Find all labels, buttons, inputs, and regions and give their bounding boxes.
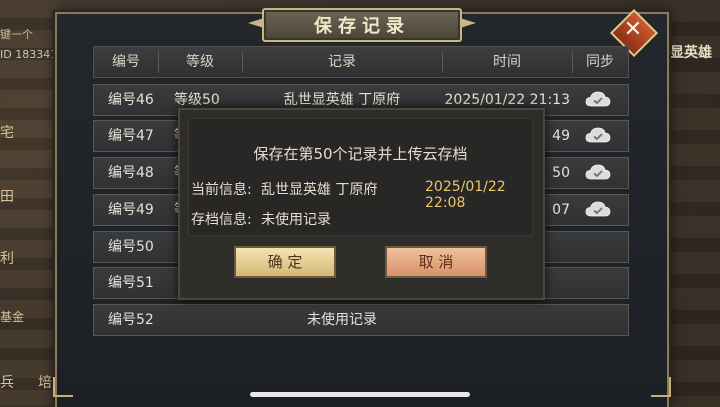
- cancel-button[interactable]: 取 消: [385, 246, 487, 278]
- cloud-check-icon: [585, 201, 611, 217]
- frame-corner: [53, 377, 73, 397]
- row-number: 编号49: [108, 202, 154, 218]
- header-record: 记录: [328, 54, 356, 70]
- row-number: 编号51: [108, 275, 154, 291]
- archive-info-value: 未使用记录: [261, 212, 331, 228]
- close-icon[interactable]: ✕: [620, 15, 646, 45]
- row-record: 未使用记录: [307, 312, 377, 328]
- panel-title: 保存记录: [314, 16, 410, 37]
- side-label: 田: [0, 189, 14, 205]
- side-label: 宅: [0, 125, 14, 141]
- table-row[interactable]: 编号52 未使用记录: [93, 304, 629, 336]
- row-level: [174, 305, 244, 335]
- header-time: 时间: [493, 54, 521, 70]
- frame-corner: [651, 377, 671, 397]
- cloud-check-icon: [585, 127, 611, 143]
- header-num: 编号: [112, 54, 140, 70]
- confirm-button[interactable]: 确 定: [234, 246, 336, 278]
- cloud-check-icon: [585, 164, 611, 180]
- row-number: 编号48: [108, 165, 154, 181]
- side-label: 基金: [0, 310, 25, 324]
- current-info-time: 2025/01/22 22:08: [425, 179, 506, 211]
- row-time: [442, 305, 570, 335]
- archive-info-label: 存档信息:: [191, 212, 252, 228]
- dialog-title: 保存在第50个记录并上传云存档: [253, 145, 468, 163]
- side-label: 兵: [0, 375, 14, 391]
- side-label: 利: [0, 251, 14, 267]
- save-confirm-dialog: 保存在第50个记录并上传云存档 当前信息: 乱世显英雄 丁原府 2025/01/…: [178, 108, 545, 300]
- home-indicator[interactable]: [250, 392, 470, 397]
- header-sync: 同步: [586, 54, 614, 70]
- title-plate: 保存记录: [262, 8, 462, 42]
- header-level: 等级: [186, 54, 214, 70]
- row-number: 编号50: [108, 239, 154, 255]
- background-top-text: 键一个: [0, 28, 33, 41]
- current-info-value: 乱世显英雄 丁原府: [261, 182, 378, 198]
- side-label: 培: [38, 375, 52, 391]
- dialog-content: 保存在第50个记录并上传云存档 当前信息: 乱世显英雄 丁原府 2025/01/…: [188, 118, 533, 236]
- cloud-check-icon: [585, 91, 611, 107]
- table-header: 编号 等级 记录 时间 同步: [93, 46, 629, 78]
- current-info-label: 当前信息:: [191, 182, 252, 198]
- row-number: 编号46: [108, 92, 154, 108]
- row-number: 编号52: [108, 312, 154, 328]
- row-number: 编号47: [108, 128, 154, 144]
